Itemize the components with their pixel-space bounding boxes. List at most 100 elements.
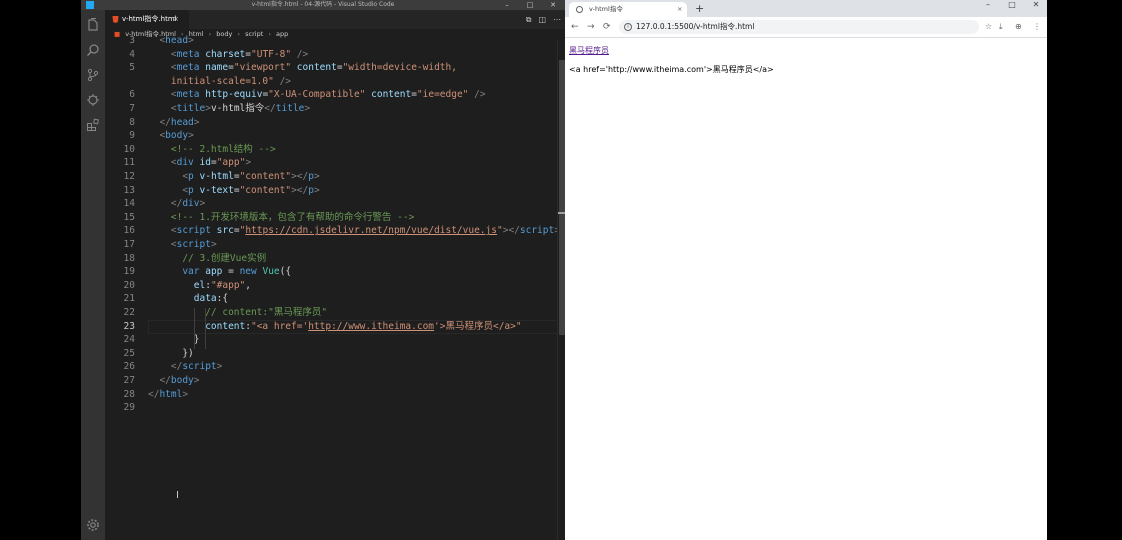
url-text[interactable]: 127.0.0.1:5500/v-html指令.html (636, 20, 754, 34)
code-line[interactable]: 5 <meta name="viewport" content="width=d… (105, 61, 561, 75)
line-number: 6 (129, 89, 135, 101)
code-token: head (165, 35, 189, 46)
code-line[interactable]: 8 </head> (105, 116, 561, 130)
code-line[interactable]: 18 // 3.创建Vue实例 (105, 252, 561, 266)
browser-minimize-button[interactable]: – (979, 0, 997, 10)
info-icon[interactable]: i (624, 23, 632, 31)
code-token: > (188, 130, 194, 142)
extensions-icon[interactable] (86, 118, 100, 132)
line-number: 21 (123, 293, 135, 305)
browser-tab[interactable]: v-html指令 × (569, 2, 687, 17)
code-text: </script> (148, 360, 223, 374)
editor-scrollbar[interactable] (557, 40, 565, 540)
more-actions-icon[interactable]: ⋯ (553, 15, 561, 24)
code-token: html (159, 388, 183, 400)
code-token: script (176, 239, 211, 250)
minimize-button[interactable]: – (501, 0, 513, 10)
code-line[interactable]: 12 <p v-html="content"></p> (105, 170, 561, 184)
code-text: data:{ (148, 292, 228, 306)
tab-v-html[interactable]: v-html指令.html × (105, 10, 189, 29)
code-token: name (205, 62, 229, 74)
code-line[interactable]: 6 <meta http-equiv="X-UA-Compatible" con… (105, 88, 561, 102)
split-editor-icon[interactable]: ◫ (538, 15, 546, 24)
code-editor[interactable]: 3 <head> 4 <meta charset="UTF-8" /> 5 <met… (105, 34, 562, 540)
code-token: < (148, 171, 189, 182)
browser-tab-close-button[interactable]: × (677, 2, 682, 17)
code-line[interactable]: 17 <script> (105, 238, 561, 252)
code-line[interactable]: 13 <p v-text="content"></p> (105, 184, 561, 198)
search-icon[interactable] (86, 43, 100, 57)
maximize-button[interactable]: □ (524, 0, 536, 10)
code-line[interactable]: 29 (105, 401, 561, 415)
code-line[interactable]: 22 // content:"黑马程序员" (105, 306, 561, 320)
code-token: app (205, 266, 223, 278)
line-number: 27 (123, 375, 135, 386)
mouse-cursor-icon: I (176, 490, 179, 501)
code-token: Vue (262, 266, 280, 278)
browser-menu-icon[interactable]: ⋮ (1033, 17, 1041, 37)
debug-icon[interactable] (86, 93, 100, 107)
browser-close-button[interactable]: ✕ (1027, 0, 1045, 10)
code-line[interactable]: 20 el:"#app", (105, 279, 561, 293)
code-line[interactable]: 26 </script> (105, 360, 561, 374)
code-token: script (176, 225, 211, 237)
code-line[interactable]: 9 <body> (105, 129, 561, 143)
code-token: meta (176, 48, 200, 60)
code-token: // content:"黑马程序员" (148, 307, 328, 318)
source-control-icon[interactable] (86, 68, 100, 82)
tab-close-button[interactable]: × (173, 10, 179, 29)
code-token: > (313, 184, 320, 196)
code-token: </ (148, 375, 171, 386)
code-line[interactable]: 27 </body> (105, 374, 561, 388)
code-line[interactable]: 16 <script src="https://cdn.jsdelivr.net… (105, 224, 561, 238)
code-line[interactable]: 3 <head> (105, 34, 561, 48)
code-token: // 3.创建Vue实例 (148, 252, 267, 264)
browser-maximize-button[interactable]: □ (1003, 0, 1021, 10)
explorer-icon[interactable] (86, 18, 100, 32)
code-text: </html> (148, 388, 188, 402)
code-token: content (296, 62, 337, 74)
address-bar[interactable]: i 127.0.0.1:5500/v-html指令.html (619, 20, 979, 34)
code-token: "#app" (210, 279, 246, 291)
download-icon[interactable]: ⤓ (999, 17, 1003, 37)
code-line[interactable]: initial-scale=1.0" /> (105, 75, 561, 89)
back-button[interactable]: ← (571, 17, 579, 37)
gear-icon[interactable] (86, 518, 100, 532)
code-line[interactable]: 15 <!-- 1.开发环境版本，包含了有帮助的命令行警告 --> (105, 211, 561, 225)
code-line[interactable]: 11 <div id="app"> (105, 156, 561, 170)
code-line[interactable]: 19 var app = new Vue({ (105, 265, 561, 279)
code-token: < (148, 157, 177, 169)
code-line[interactable]: 4 <meta charset="UTF-8" /> (105, 48, 561, 62)
reload-button[interactable]: ⟳ (603, 17, 611, 37)
code-token: > (188, 35, 194, 46)
code-text: var app = new Vue({ (148, 265, 291, 279)
code-token: = (222, 266, 240, 278)
code-line[interactable]: 23 content:"<a href='http://www.itheima.… (105, 319, 562, 334)
code-line[interactable]: 14 </div> (105, 197, 561, 211)
code-line[interactable]: 21 data:{ (105, 292, 561, 306)
forward-button[interactable]: → (587, 17, 595, 37)
code-line[interactable]: 28 </html> (105, 388, 561, 402)
browser-window: v-html指令 × + – □ ✕ ← → ⟳ i 127.0.0.1:550… (565, 0, 1047, 540)
new-tab-button[interactable]: + (695, 1, 704, 16)
line-number: 20 (123, 279, 135, 291)
code-line[interactable]: 25 }) (105, 347, 561, 361)
bookmark-star-icon[interactable]: ☆ (985, 17, 992, 37)
code-token: var (182, 266, 200, 278)
code-token: meta (176, 62, 200, 74)
rendered-link[interactable]: 黑马程序员 (569, 45, 609, 56)
code-line[interactable]: 24 } (105, 333, 561, 347)
code-text: </head> (148, 116, 199, 130)
code-token: new (239, 266, 257, 278)
open-changes-icon[interactable]: ⧉ (526, 15, 532, 24)
code-line[interactable]: 7 <title>v-html指令</title> (105, 102, 561, 116)
code-token: body (165, 130, 189, 142)
code-token: < (148, 103, 177, 114)
code-line[interactable]: 10 <!-- 2.html结构 --> (105, 143, 561, 157)
profile-icon[interactable]: ⊕ (1015, 17, 1022, 37)
close-window-button[interactable]: ✕ (547, 0, 559, 10)
code-text: <meta charset="UTF-8" /> (148, 48, 308, 62)
code-token: </ (264, 103, 276, 114)
code-token: src (216, 225, 234, 237)
